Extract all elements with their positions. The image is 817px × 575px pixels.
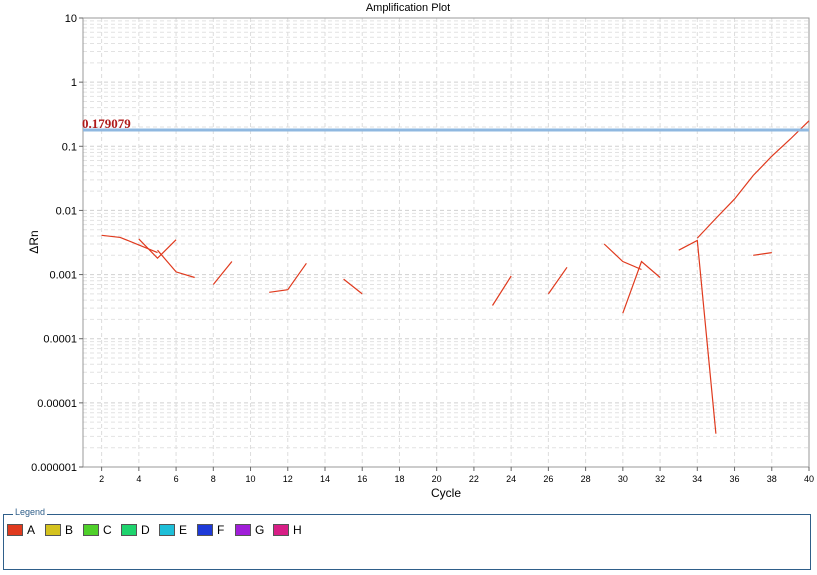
chart-title: Amplification Plot [366,2,450,14]
y-tick-label: 0.01 [56,205,77,217]
x-tick-label: 12 [283,474,293,484]
legend-item-g[interactable]: G [235,523,273,537]
y-tick-label: 0.000001 [31,462,77,474]
x-tick-label: 34 [692,474,702,484]
x-tick-label: 4 [136,474,141,484]
y-tick-label: 0.1 [62,141,77,153]
series-a-curve[interactable] [212,261,233,285]
x-tick-label: 28 [581,474,591,484]
x-tick-label: 24 [506,474,516,484]
x-tick-label: 36 [730,474,740,484]
x-axis-label: Cycle [431,486,461,500]
legend-swatch [273,524,289,536]
x-tick-label: 22 [469,474,479,484]
legend-items: A B C D E F G H [7,523,311,537]
y-axis-label: ΔRn [27,230,41,253]
amplification-plot: Amplification Plot 10 1 0.1 0.01 0.001 0.0001… [27,2,814,500]
legend-label: H [293,523,302,537]
legend-label: G [255,523,265,537]
x-tick-label: 8 [211,474,216,484]
x-tick-label: 40 [804,474,814,484]
legend-swatch [45,524,61,536]
series-a-curve[interactable] [491,275,512,306]
legend-title: Legend [13,507,48,517]
legend-item-f[interactable]: F [197,523,235,537]
legend-label: B [65,523,74,537]
legend-label: F [217,523,225,537]
legend-swatch [235,524,251,536]
grid [83,17,810,468]
legend-label: D [141,523,150,537]
x-tick-label: 20 [432,474,442,484]
x-tick-label: 32 [655,474,665,484]
x-tick-label: 6 [174,474,179,484]
x-axis-ticks: 2 4 6 8 10 12 14 16 18 20 22 24 26 28 30 32 34 36 38 40 [99,467,814,484]
x-tick-label: 14 [320,474,330,484]
y-tick-label: 10 [65,13,77,25]
legend-label: A [27,523,36,537]
legend-swatch [121,524,137,536]
legend-item-h[interactable]: H [273,523,311,537]
legend-item-b[interactable]: B [45,523,83,537]
x-tick-label: 38 [767,474,777,484]
threshold-label: 0.179079 [82,116,131,131]
legend-item-c[interactable]: C [83,523,121,537]
legend-swatch [83,524,99,536]
legend-panel: Legend A B C D E F G H [3,507,811,570]
y-tick-label: 0.00001 [37,398,77,410]
y-tick-label: 0.0001 [43,334,77,346]
legend-swatch [197,524,213,536]
x-tick-label: 26 [543,474,553,484]
x-tick-label: 16 [357,474,367,484]
x-tick-label: 18 [394,474,404,484]
y-tick-label: 1 [71,77,77,89]
x-tick-label: 10 [246,474,256,484]
x-tick-label: 2 [99,474,104,484]
legend-swatch [159,524,175,536]
y-tick-label: 0.001 [49,270,77,282]
series-a-curve[interactable] [547,266,568,295]
series-a-curve[interactable] [343,278,363,295]
legend-item-a[interactable]: A [7,523,45,537]
legend-item-d[interactable]: D [121,523,159,537]
legend-label: E [179,523,188,537]
legend-label: C [103,523,112,537]
legend-item-e[interactable]: E [159,523,197,537]
x-tick-label: 30 [618,474,628,484]
legend-swatch [7,524,23,536]
